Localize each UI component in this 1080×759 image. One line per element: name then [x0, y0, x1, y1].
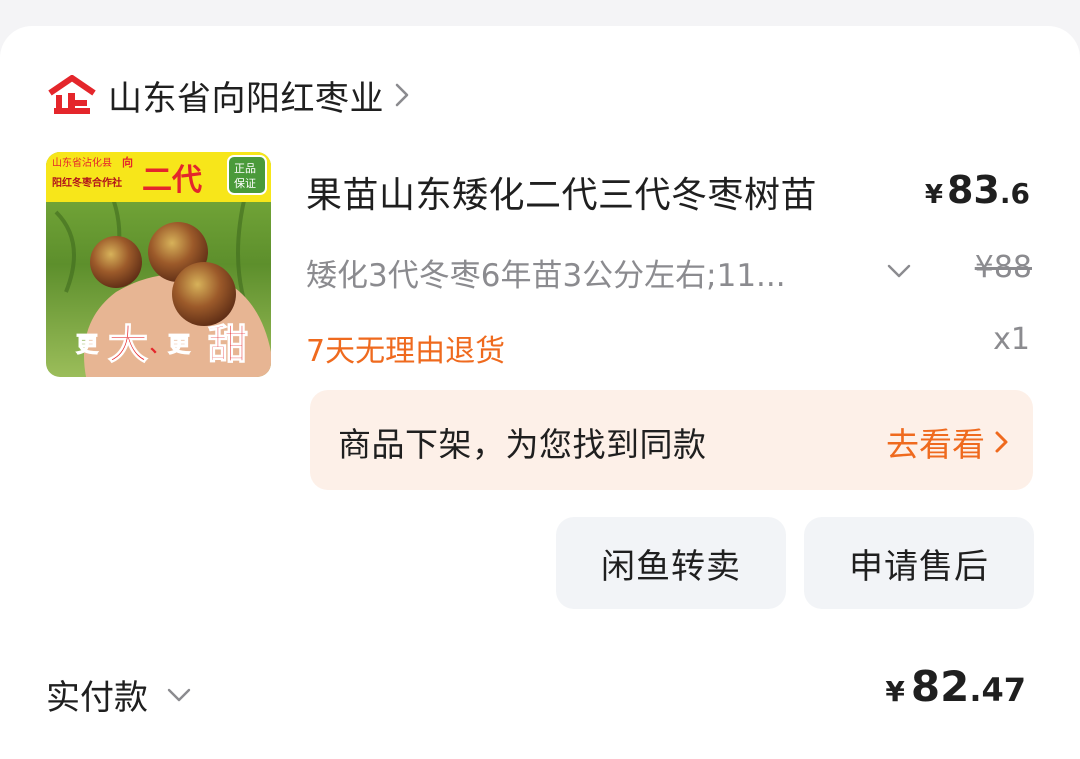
svg-text:大: 大 — [108, 323, 148, 367]
chevron-down-icon[interactable] — [884, 256, 914, 286]
product-image[interactable]: 山东省沾化县 向 阳红冬枣合作社 二代 正品 保证 更 大 、 更 甜 — [46, 152, 271, 377]
shop-name[interactable]: 山东省向阳红枣业 — [108, 71, 384, 120]
svg-text:更: 更 — [168, 332, 191, 357]
price-currency: ¥ — [924, 180, 943, 210]
enterprise-qi-icon — [46, 75, 98, 115]
product-sku[interactable]: 矮化3代冬枣6年苗3公分左右;11... — [306, 250, 861, 295]
notice-text: 商品下架，为您找到同款 — [338, 425, 707, 464]
paid-decimal: .47 — [969, 671, 1026, 709]
paid-integer: 82 — [910, 662, 970, 711]
svg-text:阳红冬枣合作社: 阳红冬枣合作社 — [52, 176, 122, 189]
svg-text:保证: 保证 — [234, 176, 256, 190]
chevron-down-icon — [164, 680, 194, 710]
svg-text:、: 、 — [150, 336, 168, 356]
shop-header[interactable]: 山东省向阳红枣业 — [46, 70, 414, 120]
resell-button[interactable]: 闲鱼转卖 — [556, 517, 786, 609]
paid-amount-toggle[interactable]: 实付款 — [46, 670, 194, 719]
svg-text:山东省沾化县: 山东省沾化县 — [52, 156, 112, 169]
chevron-right-icon — [993, 428, 1011, 456]
after-sale-button[interactable]: 申请售后 — [804, 517, 1034, 609]
original-price: ¥88 — [974, 250, 1032, 285]
price-decimal: .6 — [999, 177, 1030, 210]
paid-amount-label: 实付款 — [46, 678, 148, 718]
paid-currency: ¥ — [885, 675, 905, 708]
svg-text:二代: 二代 — [142, 164, 202, 197]
product-price: ¥83.6 — [925, 168, 1030, 212]
svg-text:更: 更 — [76, 332, 99, 357]
quantity: x1 — [993, 322, 1030, 357]
product-title[interactable]: 果苗山东矮化二代三代冬枣树苗 — [306, 166, 817, 218]
svg-text:向: 向 — [122, 155, 133, 169]
paid-amount: ¥82.47 — [885, 662, 1026, 711]
return-policy-tag: 7天无理由退货 — [306, 334, 506, 369]
order-card: 山东省向阳红枣业 山东省沾化县 向 阳红冬枣合作社 二代 正品 保证 更 大 、… — [0, 26, 1080, 759]
delisted-notice: 商品下架，为您找到同款 去看看 — [310, 390, 1033, 490]
view-similar-label: 去看看 — [886, 425, 985, 464]
price-integer: 83 — [946, 168, 1000, 212]
svg-text:正品: 正品 — [234, 162, 256, 175]
chevron-right-icon — [392, 80, 414, 110]
svg-text:甜: 甜 — [208, 323, 248, 367]
view-similar-link[interactable]: 去看看 — [886, 418, 1011, 466]
